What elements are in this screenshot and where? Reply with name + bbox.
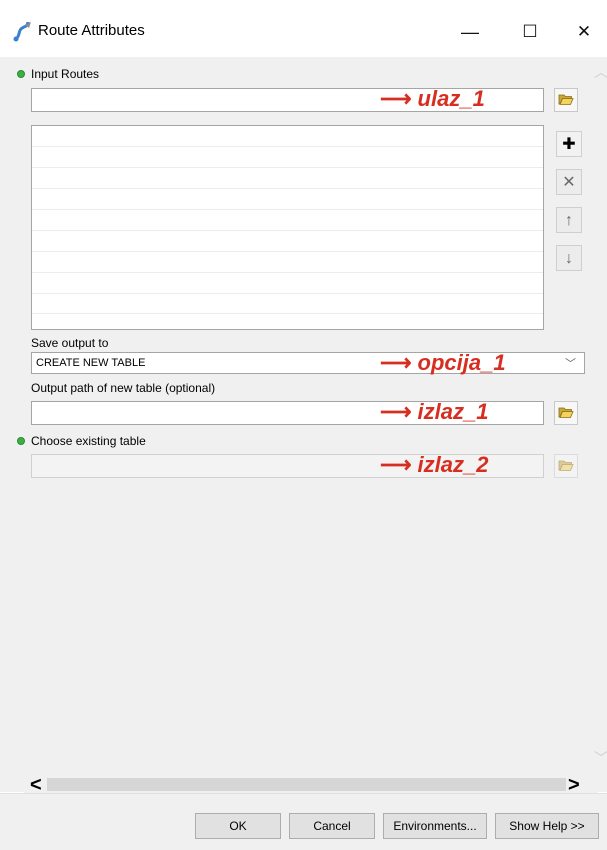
annotation-ulaz-1: ⟶ ulaz_1 <box>380 86 485 111</box>
app-icon <box>13 20 33 42</box>
annotation-arrow-icon: ⟶ <box>380 452 412 477</box>
cancel-button[interactable]: Cancel <box>289 813 375 839</box>
chevron-down-icon: ﹀ <box>565 358 576 370</box>
scroll-right-icon[interactable]: > <box>568 775 580 795</box>
remove-route-button[interactable]: ✕ <box>556 169 582 195</box>
required-dot-icon <box>17 437 25 445</box>
annotation-opcija-1: ⟶ opcija_1 <box>380 350 506 375</box>
add-route-button[interactable]: ✚ <box>556 131 582 157</box>
vertical-scroll-down-icon[interactable]: ﹀ <box>594 748 607 768</box>
folder-open-icon <box>558 407 574 418</box>
browse-existing-table-button[interactable] <box>554 454 578 478</box>
window-title: Route Attributes <box>38 22 145 39</box>
required-dot-icon <box>17 70 25 78</box>
folder-open-icon <box>558 94 574 105</box>
vertical-scroll-up-icon[interactable]: ︿ <box>594 62 607 82</box>
annotation-izlaz-2: ⟶ izlaz_2 <box>380 452 489 477</box>
annotation-arrow-icon: ⟶ <box>380 350 412 375</box>
scroll-left-icon[interactable]: < <box>30 775 42 795</box>
horizontal-scroll-thumb[interactable] <box>47 778 566 791</box>
ok-button[interactable]: OK <box>195 813 281 839</box>
remove-x-icon: ✕ <box>562 174 576 191</box>
annotation-izlaz-1: ⟶ izlaz_1 <box>380 399 489 424</box>
annotation-arrow-icon: ⟶ <box>380 399 412 424</box>
environments-button[interactable]: Environments... <box>383 813 487 839</box>
maximize-button[interactable]: ☐ <box>507 12 553 52</box>
save-output-label: Save output to <box>31 336 109 350</box>
input-routes-label: Input Routes <box>31 67 100 81</box>
close-button[interactable]: ✕ <box>561 12 607 52</box>
output-path-label: Output path of new table (optional) <box>31 381 216 395</box>
save-output-value: CREATE NEW TABLE <box>36 357 146 369</box>
plus-icon: ✚ <box>562 136 576 153</box>
arrow-down-icon: ↓ <box>565 250 573 267</box>
move-up-button[interactable]: ↑ <box>556 207 582 233</box>
annotation-arrow-icon: ⟶ <box>380 86 412 111</box>
move-down-button[interactable]: ↓ <box>556 245 582 271</box>
browse-input-routes-button[interactable] <box>554 88 578 112</box>
input-routes-list[interactable] <box>31 125 544 330</box>
show-help-button[interactable]: Show Help >> <box>495 813 599 839</box>
minimize-button[interactable]: — <box>447 12 493 52</box>
browse-output-path-button[interactable] <box>554 401 578 425</box>
existing-table-label: Choose existing table <box>31 434 146 448</box>
arrow-up-icon: ↑ <box>565 212 573 229</box>
folder-open-icon <box>558 460 574 471</box>
